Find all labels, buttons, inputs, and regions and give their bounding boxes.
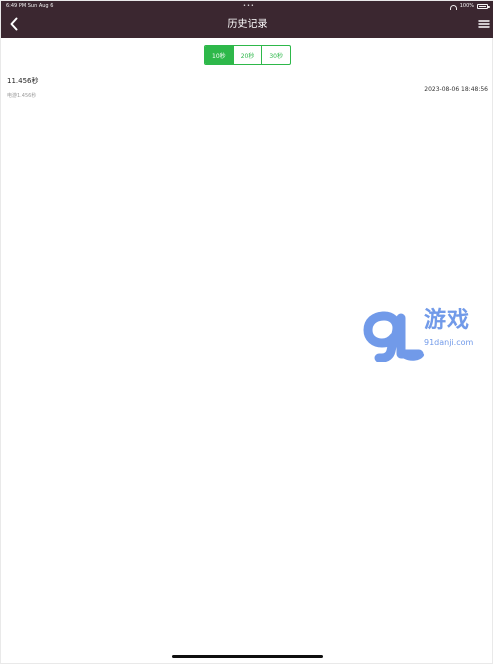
- status-bar: 6:49 PM Sun Aug 6 ••• 100%: [1, 1, 493, 11]
- record-timestamp: 2023-08-06 18:48:56: [424, 86, 488, 93]
- watermark-text: 游戏: [424, 308, 471, 333]
- page-title: 历史记录: [227, 19, 268, 30]
- record-detail: 电游1.456秒: [7, 93, 37, 99]
- wifi-icon: [449, 4, 457, 10]
- history-record-row[interactable]: 11.456秒 电游1.456秒 2023-08-06 18:48:56: [1, 71, 493, 111]
- battery-icon: [477, 3, 490, 9]
- tab-10s[interactable]: 10秒: [205, 46, 233, 64]
- watermark-91-logo-icon: [363, 311, 424, 362]
- menu-icon: [478, 20, 490, 28]
- top-bar: 6:49 PM Sun Aug 6 ••• 100% 历史记录: [1, 1, 493, 38]
- record-time: 11.456秒: [7, 77, 39, 85]
- status-right: 100%: [449, 1, 490, 11]
- watermark-logo: 游戏 91danji.com: [361, 308, 493, 362]
- tab-30s[interactable]: 30秒: [261, 46, 290, 64]
- duration-segmented-control: 10秒 20秒 30秒: [204, 45, 291, 65]
- watermark-url: 91danji.com: [424, 338, 474, 347]
- tab-20s[interactable]: 20秒: [232, 46, 262, 64]
- status-center-dots: •••: [243, 3, 255, 9]
- app-window: 6:49 PM Sun Aug 6 ••• 100% 历史记录 10秒 20秒 …: [0, 0, 493, 664]
- nav-bar: 历史记录: [1, 11, 493, 38]
- back-button[interactable]: [5, 15, 23, 33]
- status-time-date: 6:49 PM Sun Aug 6: [6, 3, 54, 9]
- home-indicator: [172, 655, 323, 658]
- chevron-left-icon: [10, 17, 18, 31]
- menu-button[interactable]: [476, 16, 492, 32]
- battery-percent: 100%: [459, 3, 474, 9]
